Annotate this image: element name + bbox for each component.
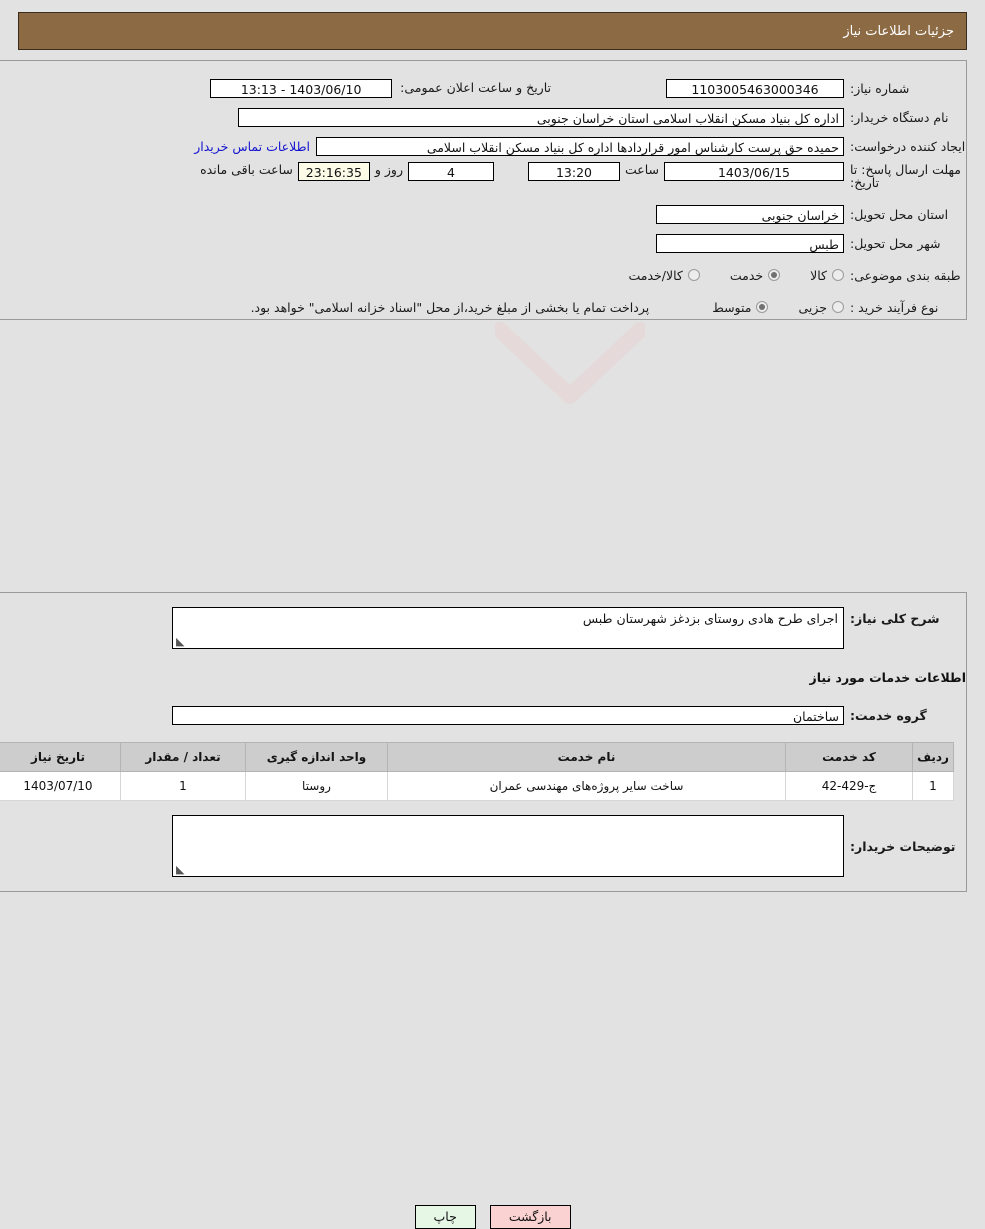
radio-icon[interactable] bbox=[832, 269, 844, 281]
category-option-kala[interactable]: کالا bbox=[810, 268, 844, 283]
process-option-label: جزیی bbox=[798, 299, 827, 315]
table-col-service-name: نام خدمت bbox=[387, 742, 786, 772]
page-title: جزئیات اطلاعات نیاز bbox=[843, 23, 954, 39]
buyer-notes-value[interactable]: ◢ bbox=[172, 815, 844, 877]
need-number-value: 1103005463000346 bbox=[666, 78, 844, 98]
process-label: نوع فرآیند خرید : bbox=[850, 299, 939, 315]
process-option-jozii[interactable]: جزیی bbox=[798, 300, 844, 315]
general-description-value[interactable]: اجرای طرح هادی روستای بزدغز شهرستان طبس … bbox=[172, 607, 844, 649]
deadline-time-value: 13:20 bbox=[527, 162, 620, 181]
resize-grip-icon[interactable]: ◢ bbox=[176, 863, 186, 876]
footer-button-row: بازگشت چاپ bbox=[0, 1205, 985, 1229]
resize-grip-icon[interactable]: ◢ bbox=[176, 635, 186, 648]
table-col-unit: واحد اندازه گیری bbox=[245, 742, 388, 772]
table-header-row: ردیف کد خدمت نام خدمت واحد اندازه گیری ت… bbox=[0, 742, 954, 772]
buyer-org-label: نام دستگاه خریدار: bbox=[850, 109, 949, 125]
category-option-label: خدمت bbox=[729, 267, 764, 283]
payment-note: پرداخت تمام یا بخشی از مبلغ خرید،از محل … bbox=[250, 299, 650, 315]
province-label: استان محل تحویل: bbox=[850, 206, 949, 222]
remaining-days-word: روز و bbox=[374, 162, 403, 177]
remaining-days-value: 4 bbox=[407, 162, 494, 181]
category-option-kala-khedmat[interactable]: کالا/خدمت bbox=[628, 267, 700, 283]
category-option-label: کالا/خدمت bbox=[628, 267, 683, 283]
cell-service-code: ج-429-42 bbox=[785, 771, 913, 801]
general-description-text: اجرای طرح هادی روستای بزدغز شهرستان طبس bbox=[582, 611, 838, 626]
requester-value: حمیده حق پرست کارشناس امور قراردادها ادا… bbox=[316, 136, 844, 156]
table-row: 1 ج-429-42 ساخت سایر پروژه‌های مهندسی عم… bbox=[0, 771, 954, 801]
category-option-label: کالا bbox=[810, 267, 827, 283]
table-col-index: ردیف bbox=[912, 742, 954, 772]
remaining-suffix-label: ساعت باقی مانده bbox=[200, 162, 293, 177]
buyer-contact-link[interactable]: اطلاعات تماس خریدار bbox=[188, 139, 316, 154]
print-button[interactable]: چاپ bbox=[414, 1205, 476, 1229]
cell-unit: روستا bbox=[245, 771, 388, 801]
announce-datetime-label: تاریخ و ساعت اعلان عمومی: bbox=[400, 80, 551, 96]
cell-quantity: 1 bbox=[120, 771, 246, 801]
service-items-table: ردیف کد خدمت نام خدمت واحد اندازه گیری ت… bbox=[0, 742, 954, 801]
announce-datetime-value: 1403/06/10 - 13:13 bbox=[210, 78, 393, 98]
radio-icon[interactable] bbox=[687, 269, 700, 281]
services-section-heading: اطلاعات خدمات مورد نیاز bbox=[809, 670, 967, 685]
buyer-org-value: اداره کل بنیاد مسکن انقلاب اسلامی استان … bbox=[238, 107, 844, 127]
need-number-label: شماره نیاز: bbox=[850, 80, 910, 96]
tender-details-page: AriaTender.ir جزئیات اطلاعات نیاز شماره … bbox=[0, 0, 985, 1229]
cell-index: 1 bbox=[912, 771, 954, 801]
table-col-need-date: تاریخ نیاز bbox=[0, 742, 121, 772]
radio-icon[interactable] bbox=[768, 269, 781, 281]
back-button[interactable]: بازگشت bbox=[489, 1205, 571, 1229]
need-summary-panel: شماره نیاز: 1103005463000346 تاریخ و ساع… bbox=[0, 60, 967, 320]
category-option-khedmat[interactable]: خدمت bbox=[729, 267, 781, 283]
general-description-label: شرح کلی نیاز: bbox=[850, 611, 940, 626]
service-group-value: ساختمان bbox=[172, 705, 844, 725]
requester-label: ایجاد کننده درخواست: bbox=[850, 138, 966, 154]
cell-service-name: ساخت سایر پروژه‌های مهندسی عمران bbox=[387, 771, 786, 801]
deadline-time-word: ساعت bbox=[624, 162, 659, 177]
city-label: شهر محل تحویل: bbox=[850, 235, 941, 251]
buyer-notes-label: توضیحات خریدار: bbox=[850, 838, 956, 854]
watermark-arrow-icon bbox=[495, 322, 645, 404]
process-option-motevaset[interactable]: متوسط bbox=[712, 299, 769, 315]
radio-icon[interactable] bbox=[832, 301, 844, 313]
remaining-clock-value: 23:16:35 bbox=[297, 162, 370, 181]
need-details-panel: شرح کلی نیاز: اجرای طرح هادی روستای بزدغ… bbox=[0, 592, 967, 892]
province-value: خراسان جنوبی bbox=[656, 204, 844, 224]
process-option-label: متوسط bbox=[712, 299, 752, 315]
deadline-date-value: 1403/06/15 bbox=[664, 162, 844, 181]
radio-icon[interactable] bbox=[756, 301, 769, 313]
service-group-label: گروه خدمت: bbox=[850, 707, 927, 723]
city-value: طبس bbox=[656, 233, 844, 253]
page-header-bar: جزئیات اطلاعات نیاز bbox=[18, 12, 967, 50]
deadline-label: مهلت ارسال پاسخ: تا تاریخ: bbox=[850, 162, 961, 191]
table-col-service-code: کد خدمت bbox=[785, 742, 913, 772]
table-col-quantity: تعداد / مقدار bbox=[120, 742, 246, 772]
cell-need-date: 1403/07/10 bbox=[0, 771, 121, 801]
category-label: طبقه بندی موضوعی: bbox=[850, 267, 961, 283]
